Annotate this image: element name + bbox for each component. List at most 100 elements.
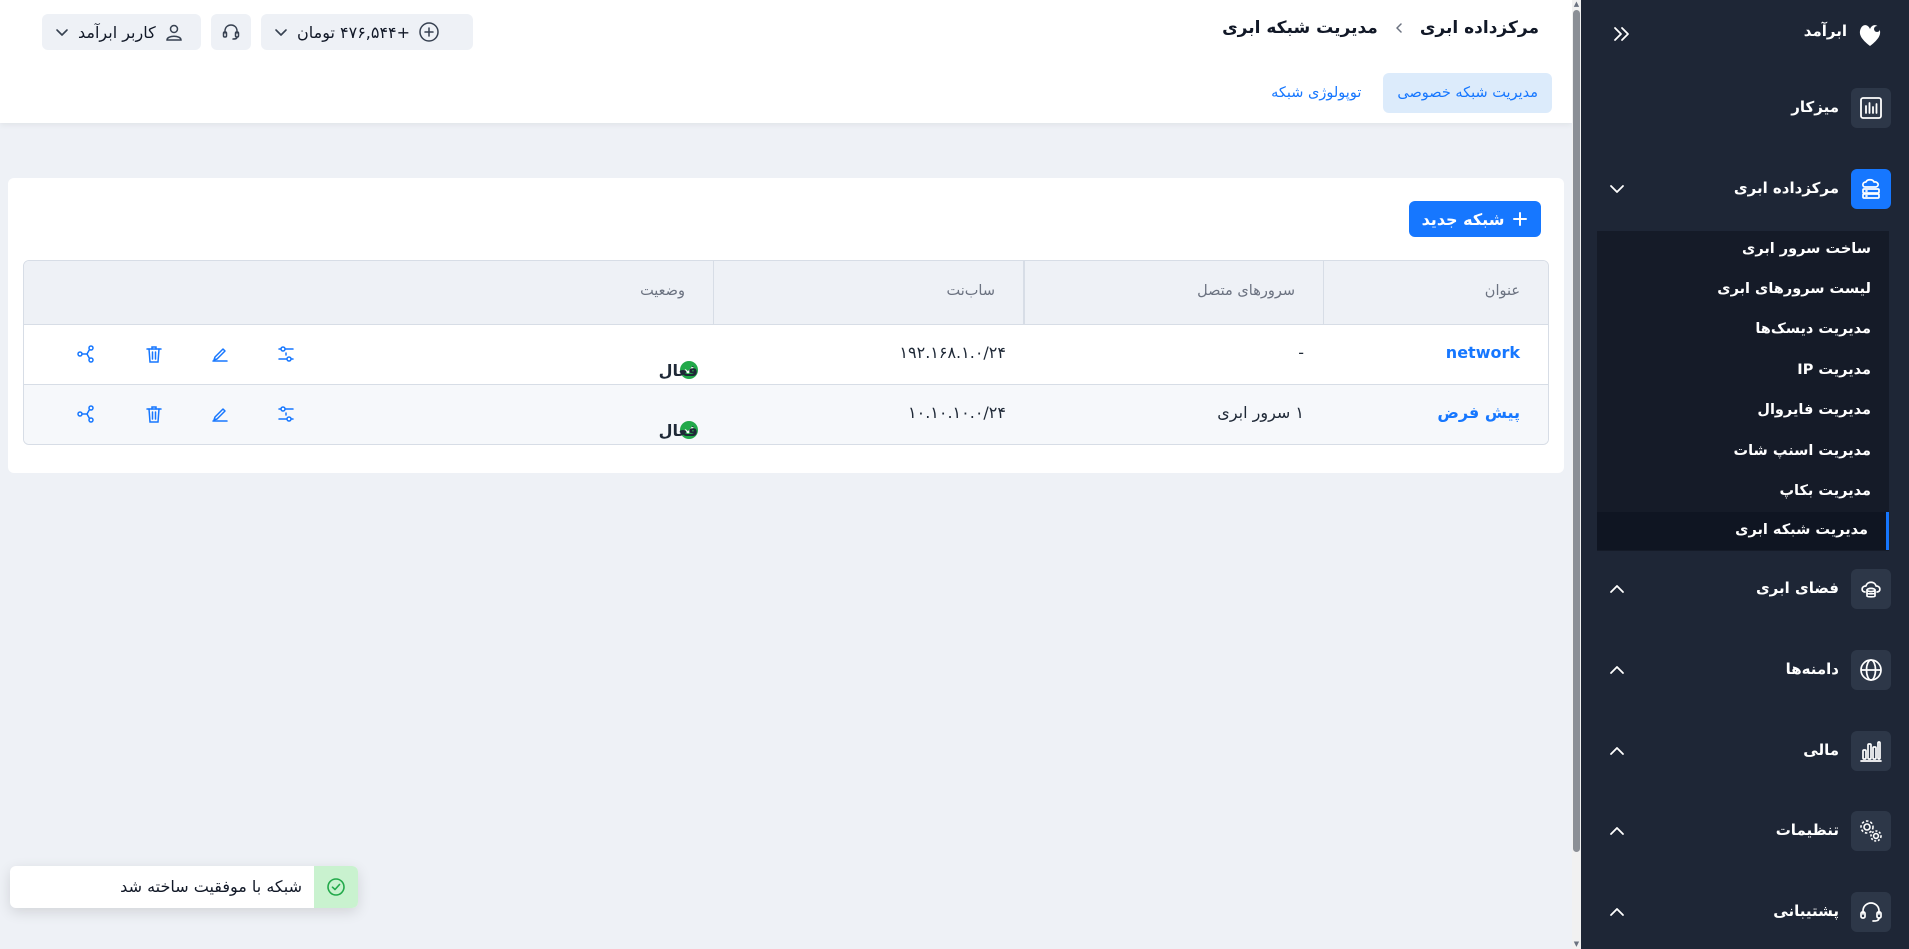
chevron-left-icon [1396,23,1402,33]
submenu-item-network[interactable]: مدیریت شبکه ابری [1597,512,1889,550]
delete-icon[interactable] [143,403,165,425]
submenu-item-disks[interactable]: مدیریت دیسک‌ها [1597,311,1889,349]
new-network-button[interactable]: شبکه جدید [1409,201,1541,237]
user-menu-button[interactable]: کاربر ابرآمد [42,14,201,50]
submenu-item-backup[interactable]: مدیریت بکاپ [1597,473,1889,511]
scroll-thumb[interactable] [1573,10,1580,852]
chevron-up-icon [1610,585,1624,593]
page-scrollbar[interactable]: ▲ ▼ [1572,0,1581,949]
chevron-up-icon [1610,827,1624,835]
sidebar-item-label: مرکزداده ابری [1733,179,1839,197]
connected-servers: - [1298,343,1304,362]
scroll-down-arrow-icon[interactable]: ▼ [1572,940,1581,949]
add-circle-icon [419,22,439,42]
sidebar-item-label: پشتیبانی [1773,902,1839,920]
chevron-down-icon [275,29,287,36]
table-row: پیش فرض ۱ سرور ابری ۱۰.۱۰.۱۰.۰/۲۴ فعال [24,385,1548,444]
edit-icon[interactable] [209,403,231,425]
network-name-link[interactable]: پیش فرض [1437,403,1520,422]
share-network-icon[interactable] [75,403,97,425]
sidebar-item-label: تنظیمات [1775,821,1839,839]
sidebar-item-finance[interactable]: مالی [1581,729,1909,773]
submenu-item-create-server[interactable]: ساخت سرور ابری [1597,231,1889,269]
table-header: عنوان سرورهای متصل ساب‌نت وضعیت [24,261,1548,325]
toast-message: شبکه با موفقیت ساخته شد [120,877,302,896]
submenu-item-ip[interactable]: مدیریت IP [1597,352,1889,390]
user-icon [165,24,182,41]
sidebar-item-cloud-datacenter[interactable]: مرکزداده ابری [1581,167,1909,211]
chevron-down-icon [1610,185,1624,193]
sidebar-item-label: دامنه‌ها [1785,660,1839,678]
subnet-value: ۱۰.۱۰.۱۰.۰/۲۴ [908,403,1006,422]
sidebar: ابرآمد میزکار مرکزداده ابری ساخت سرور اب… [1581,0,1909,949]
brand-name: ابرآمد [1803,22,1847,40]
check-circle-icon [314,866,358,908]
column-header-servers: سرورهای متصل [1024,261,1324,325]
submenu-item-label: مدیریت شبکه ابری [1735,522,1868,538]
submenu-item-firewall[interactable]: مدیریت فایروال [1597,392,1889,430]
network-list-card: شبکه جدید عنوان سرورهای متصل ساب‌نت وضعی… [8,178,1564,473]
chevron-up-icon [1610,666,1624,674]
globe-icon [1851,650,1891,690]
share-network-icon[interactable] [75,343,97,365]
chevron-up-icon [1610,908,1624,916]
column-header-subnet: ساب‌نت [714,261,1024,325]
column-header-title: عنوان [1484,283,1520,299]
headset-icon [222,24,240,40]
chevron-down-icon [56,29,68,36]
sidebar-item-domains[interactable]: دامنه‌ها [1581,648,1909,692]
brand-logo-icon [1859,25,1881,46]
submenu-item-label: لیست سرورهای ابری [1717,281,1871,297]
subnet-value: ۱۹۲.۱۶۸.۱.۰/۲۴ [899,343,1006,362]
support-button[interactable] [211,14,251,50]
network-table: عنوان سرورهای متصل ساب‌نت وضعیت network … [23,260,1549,445]
headset-icon [1851,892,1891,932]
filter-settings-icon[interactable] [275,403,297,425]
topbar: مرکزداده ابری مدیریت شبکه ابری +۴۷۶,۵۴۴ … [0,0,1572,123]
finance-chart-icon [1851,731,1891,771]
edit-icon[interactable] [209,343,231,365]
sidebar-item-settings[interactable]: تنظیمات [1581,809,1909,853]
submenu-item-label: ساخت سرور ابری [1742,241,1871,257]
tab-network-topology[interactable]: توپولوژی شبکه [1257,73,1375,113]
tab-private-network[interactable]: مدیریت شبکه خصوصی [1383,73,1552,113]
sidebar-item-label: میزکار [1791,98,1839,116]
network-name-link[interactable]: network [1446,343,1520,362]
brand: ابرآمد [1581,0,1909,66]
balance-button[interactable]: +۴۷۶,۵۴۴ تومان [261,14,473,50]
collapse-sidebar-icon[interactable] [1609,22,1633,46]
tab-bar: مدیریت شبکه خصوصی توپولوژی شبکه [1257,73,1552,113]
datacenter-icon [1851,169,1891,209]
plus-icon [1513,212,1528,226]
filter-settings-icon[interactable] [275,343,297,365]
cloud-storage-icon [1851,569,1891,609]
status-text: فعال [658,421,698,440]
submenu-item-label: مدیریت IP [1797,362,1871,378]
success-toast[interactable]: شبکه با موفقیت ساخته شد [10,866,358,908]
chevron-up-icon [1610,747,1624,755]
new-network-label: شبکه جدید [1421,209,1505,229]
user-name: کاربر ابرآمد [78,22,156,42]
sidebar-item-label: فضای ابری [1755,579,1839,597]
sidebar-item-dashboard[interactable]: میزکار [1581,86,1909,130]
sidebar-item-support[interactable]: پشتیبانی [1581,890,1909,934]
submenu-item-label: مدیریت بکاپ [1779,483,1871,499]
breadcrumb: مرکزداده ابری مدیریت شبکه ابری [1222,18,1539,38]
gears-icon [1851,811,1891,851]
table-row: network - ۱۹۲.۱۶۸.۱.۰/۲۴ فعال [24,325,1548,385]
submenu-item-label: مدیریت اسنپ شات [1733,443,1871,459]
submenu-item-server-list[interactable]: لیست سرورهای ابری [1597,271,1889,309]
breadcrumb-parent[interactable]: مرکزداده ابری [1420,18,1539,38]
scroll-up-arrow-icon[interactable]: ▲ [1572,0,1581,9]
sidebar-item-cloud-storage[interactable]: فضای ابری [1581,567,1909,611]
column-header-status: وضعیت [24,261,714,325]
submenu-item-label: مدیریت فایروال [1757,402,1871,418]
status-text: فعال [658,361,698,380]
balance-amount: +۴۷۶,۵۴۴ تومان [297,22,411,42]
sidebar-item-label: مالی [1803,741,1839,759]
datacenter-submenu: ساخت سرور ابری لیست سرورهای ابری مدیریت … [1597,231,1889,551]
connected-servers: ۱ سرور ابری [1217,403,1304,422]
submenu-item-snapshot[interactable]: مدیریت اسنپ شات [1597,433,1889,471]
dashboard-chart-icon [1851,88,1891,128]
delete-icon[interactable] [143,343,165,365]
